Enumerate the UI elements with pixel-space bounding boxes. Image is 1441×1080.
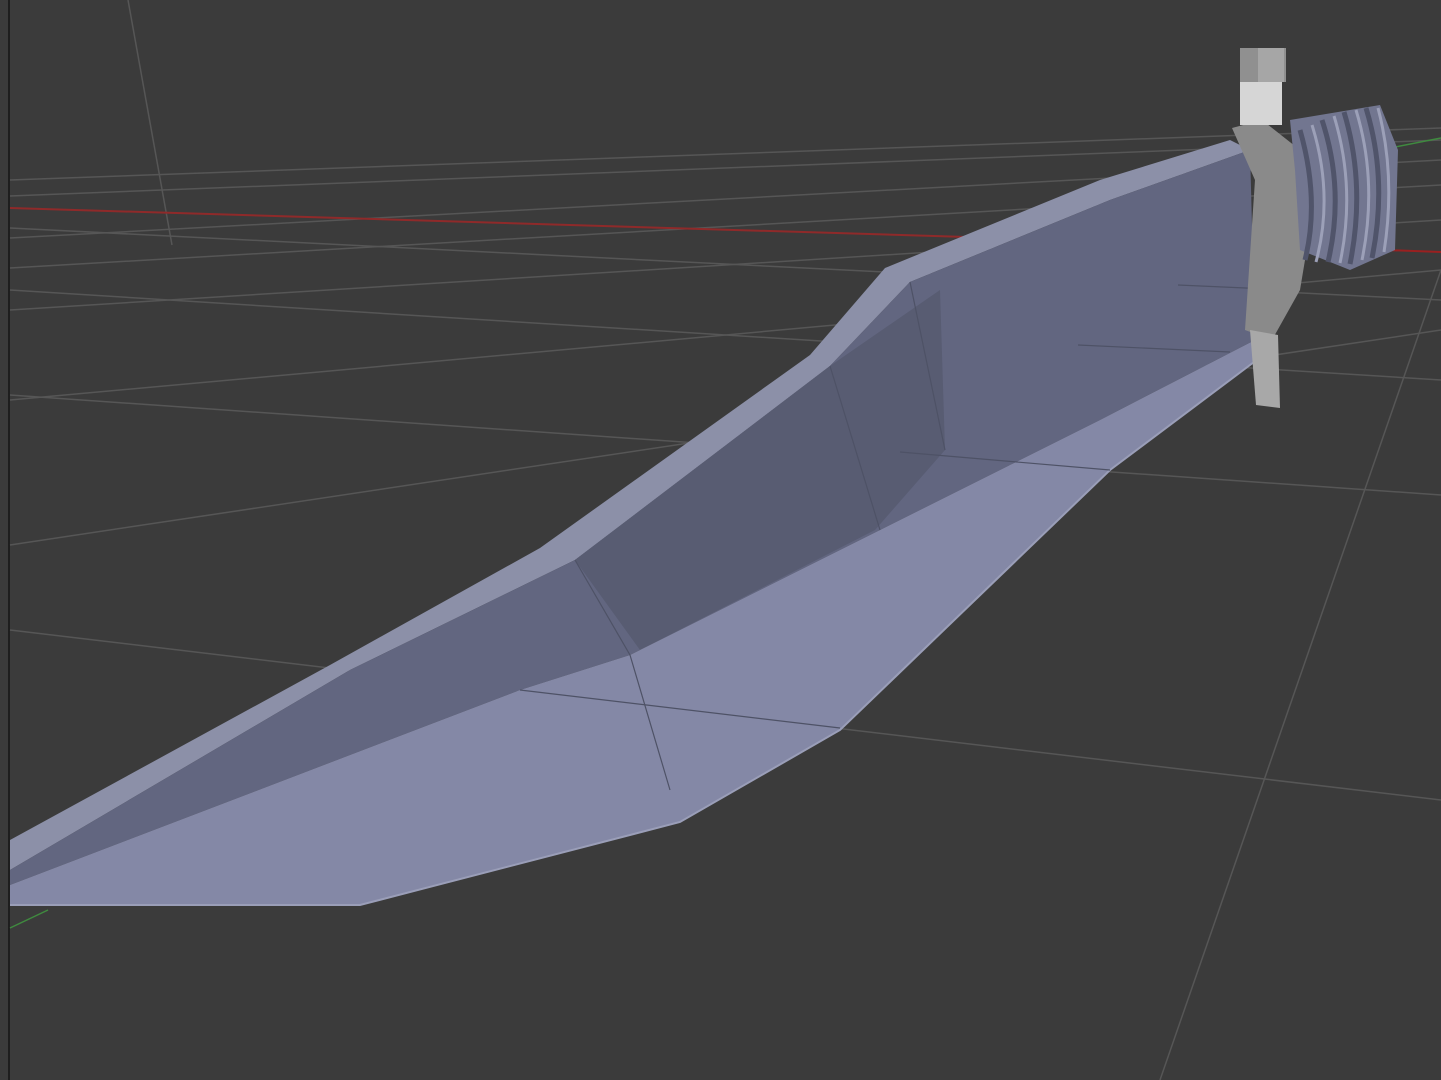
guard-top-stub <box>1240 80 1282 125</box>
3d-viewport[interactable] <box>0 0 1441 1080</box>
pommel-cap-highlight <box>1258 48 1284 82</box>
knife-blade[interactable] <box>10 140 1291 906</box>
knife-handle[interactable] <box>1290 105 1398 270</box>
viewport-scene[interactable] <box>0 0 1441 1080</box>
guard-tang-tab <box>1250 330 1280 408</box>
